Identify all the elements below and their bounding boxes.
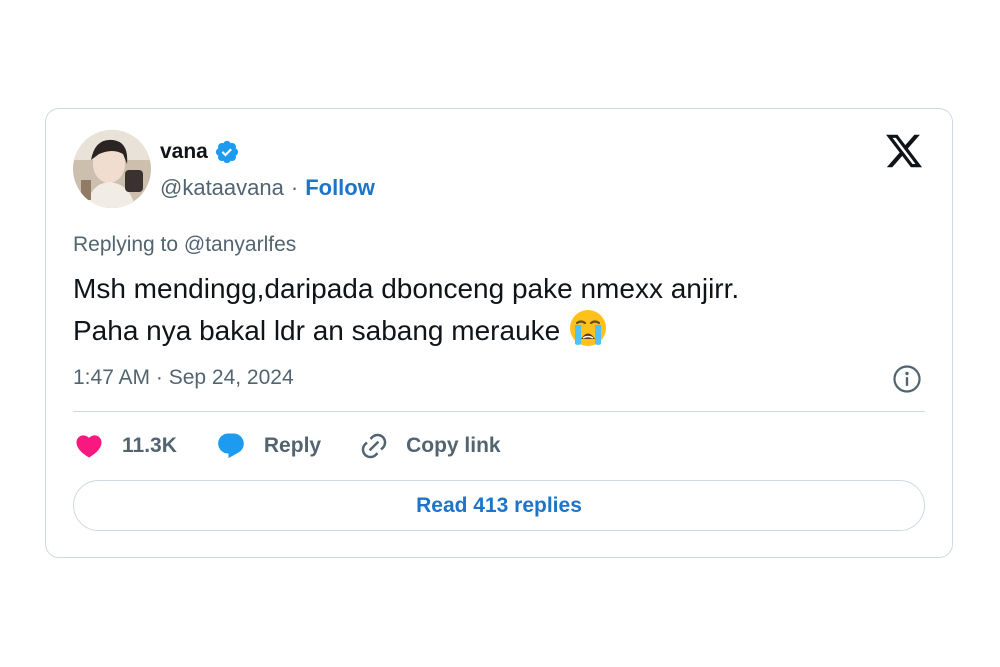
like-count: 11.3K: [122, 434, 177, 457]
author-handle[interactable]: @kataavana: [160, 175, 284, 201]
tweet-text-line-1: Msh mendingg,daripada dbonceng pake nmex…: [73, 273, 740, 304]
crying-face-emoji-icon: [568, 308, 608, 348]
avatar[interactable]: [73, 130, 151, 208]
reply-label: Reply: [263, 434, 322, 457]
replying-to[interactable]: Replying to @tanyarlfes: [73, 233, 296, 257]
divider: [73, 411, 925, 412]
verified-badge-icon: [214, 139, 240, 165]
action-bar: 11.3K Reply Copy link: [73, 429, 539, 463]
tweet-text-line-2: Paha nya bakal ldr an sabang merauke: [73, 315, 561, 346]
read-replies-button[interactable]: Read 413 replies: [73, 480, 925, 531]
like-button[interactable]: 11.3K: [73, 431, 177, 461]
handle-separator: ·: [290, 175, 299, 200]
tweet-text: Msh mendingg,daripada dbonceng pake nmex…: [73, 269, 913, 350]
copy-link-label: Copy link: [406, 434, 501, 457]
link-icon: [361, 433, 387, 459]
heart-icon: [76, 435, 102, 458]
tweet-timestamp[interactable]: 1:47 AM · Sep 24, 2024: [73, 366, 294, 390]
x-logo-icon[interactable]: [884, 131, 924, 171]
follow-button[interactable]: Follow: [305, 175, 375, 201]
info-icon[interactable]: [892, 364, 922, 394]
reply-button[interactable]: Reply: [215, 431, 321, 461]
read-replies-label: Read 413 replies: [416, 493, 582, 517]
copy-link-button[interactable]: Copy link: [359, 431, 501, 461]
embedded-tweet-card: vana @kataavana · Follow Replying to @ta…: [45, 108, 953, 558]
author-name[interactable]: vana: [160, 140, 208, 164]
speech-bubble-icon: [218, 433, 244, 459]
